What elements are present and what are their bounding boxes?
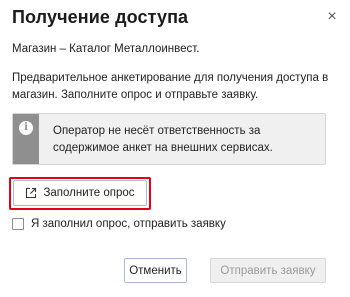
- access-dialog: Получение доступа × Магазин – Каталог Ме…: [0, 0, 350, 297]
- send-request-button[interactable]: Отправить заявку: [210, 258, 326, 283]
- cancel-button[interactable]: Отменить: [124, 258, 187, 283]
- dialog-title: Получение доступа: [12, 7, 189, 27]
- notice-bar: i: [13, 114, 39, 164]
- confirm-label[interactable]: Я заполнил опрос, отправить заявку: [31, 218, 226, 230]
- intro-text: Предварительное анкетирование для получе…: [12, 72, 329, 101]
- confirm-checkbox[interactable]: [12, 218, 24, 230]
- info-icon: i: [19, 121, 33, 135]
- notice-box: i Оператор не несёт ответственность за с…: [12, 113, 326, 165]
- store-name: Магазин – Каталог Металлоинвест.: [12, 43, 200, 55]
- confirm-row[interactable]: Я заполнил опрос, отправить заявку: [12, 218, 226, 230]
- fill-survey-button[interactable]: Заполните опрос: [13, 180, 147, 206]
- close-icon[interactable]: ×: [324, 9, 340, 25]
- fill-survey-label: Заполните опрос: [43, 187, 135, 199]
- notice-text: Оператор не несёт ответственность за сод…: [53, 125, 273, 154]
- external-link-icon: [26, 187, 37, 199]
